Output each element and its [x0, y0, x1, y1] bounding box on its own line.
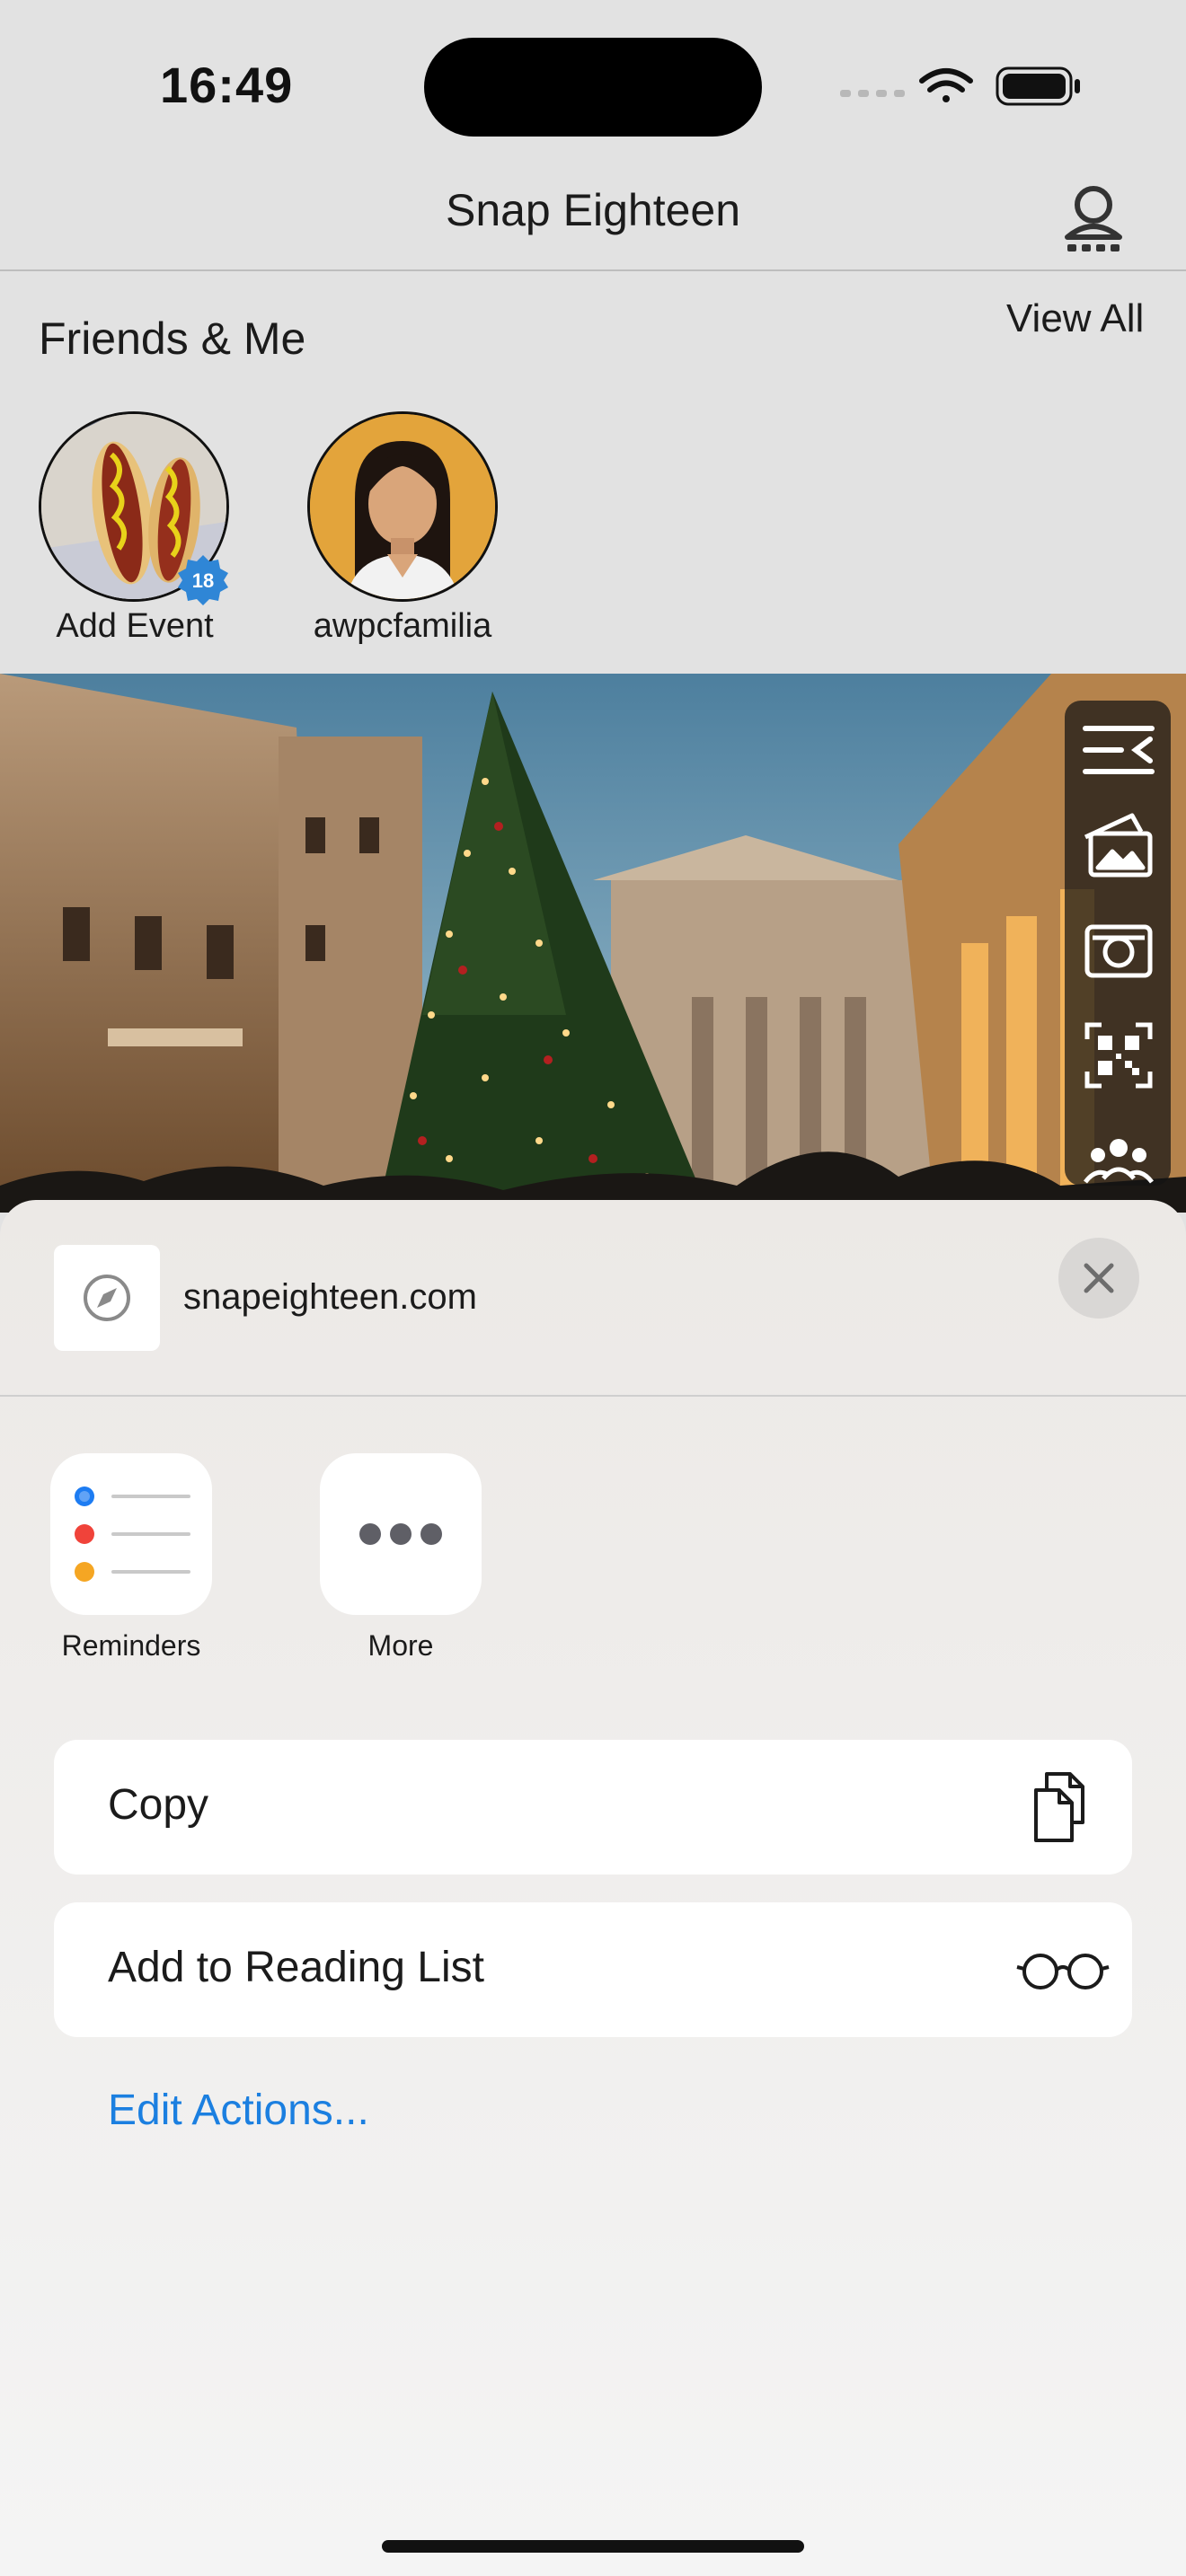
view-all-link[interactable]: View All [1006, 296, 1144, 341]
cellular-signal-icon [840, 90, 905, 97]
compass-icon [84, 1275, 130, 1321]
friends-section-title: Friends & Me [39, 313, 306, 364]
menu-collapse-icon[interactable] [1078, 714, 1159, 786]
badge-count: 18 [192, 569, 214, 592]
friend-label-awpcfamilia: awpcfamilia [313, 607, 492, 645]
status-icons [840, 66, 1080, 106]
reminders-label: Reminders [61, 1629, 201, 1662]
more-icon [359, 1523, 442, 1545]
gallery-icon[interactable] [1078, 810, 1159, 882]
share-url: snapeighteen.com [183, 1277, 477, 1317]
more-apps-button[interactable] [320, 1453, 482, 1615]
battery-icon [996, 66, 1080, 106]
more-label: More [367, 1629, 434, 1662]
edit-actions-link[interactable]: Edit Actions... [108, 2086, 369, 2135]
header-divider [0, 269, 1186, 271]
christmas-tree-photo [0, 674, 1186, 1213]
avatar-illustration [310, 414, 495, 599]
dynamic-island [424, 38, 762, 137]
add-event-label: Add Event [56, 607, 214, 645]
home-indicator[interactable] [382, 2540, 804, 2553]
close-button[interactable] [1058, 1238, 1139, 1319]
reading-list-action-label: Add to Reading List [108, 1944, 484, 1991]
friend-avatar-awpcfamilia[interactable] [307, 411, 498, 602]
copy-action-label: Copy [108, 1781, 209, 1829]
copy-icon [1034, 1772, 1084, 1842]
event-count-badge: 18 [178, 555, 228, 605]
featured-photo[interactable] [0, 674, 1186, 1213]
share-sheet [0, 1200, 1186, 2576]
reminders-app-button[interactable] [50, 1453, 212, 1615]
glasses-icon [1016, 1954, 1110, 1989]
share-sheet-divider [0, 1395, 1186, 1397]
url-thumbnail [54, 1245, 160, 1351]
wifi-icon [919, 68, 973, 102]
profile-icon[interactable] [1053, 178, 1134, 259]
status-time: 16:49 [160, 57, 294, 113]
qr-code-icon[interactable] [1078, 1019, 1159, 1091]
close-icon [1084, 1263, 1114, 1293]
app-title: Snap Eighteen [445, 185, 741, 235]
camera-icon[interactable] [1078, 914, 1159, 986]
group-icon[interactable] [1078, 1134, 1159, 1187]
copy-action[interactable] [54, 1740, 1132, 1875]
reminders-icon [75, 1486, 190, 1582]
